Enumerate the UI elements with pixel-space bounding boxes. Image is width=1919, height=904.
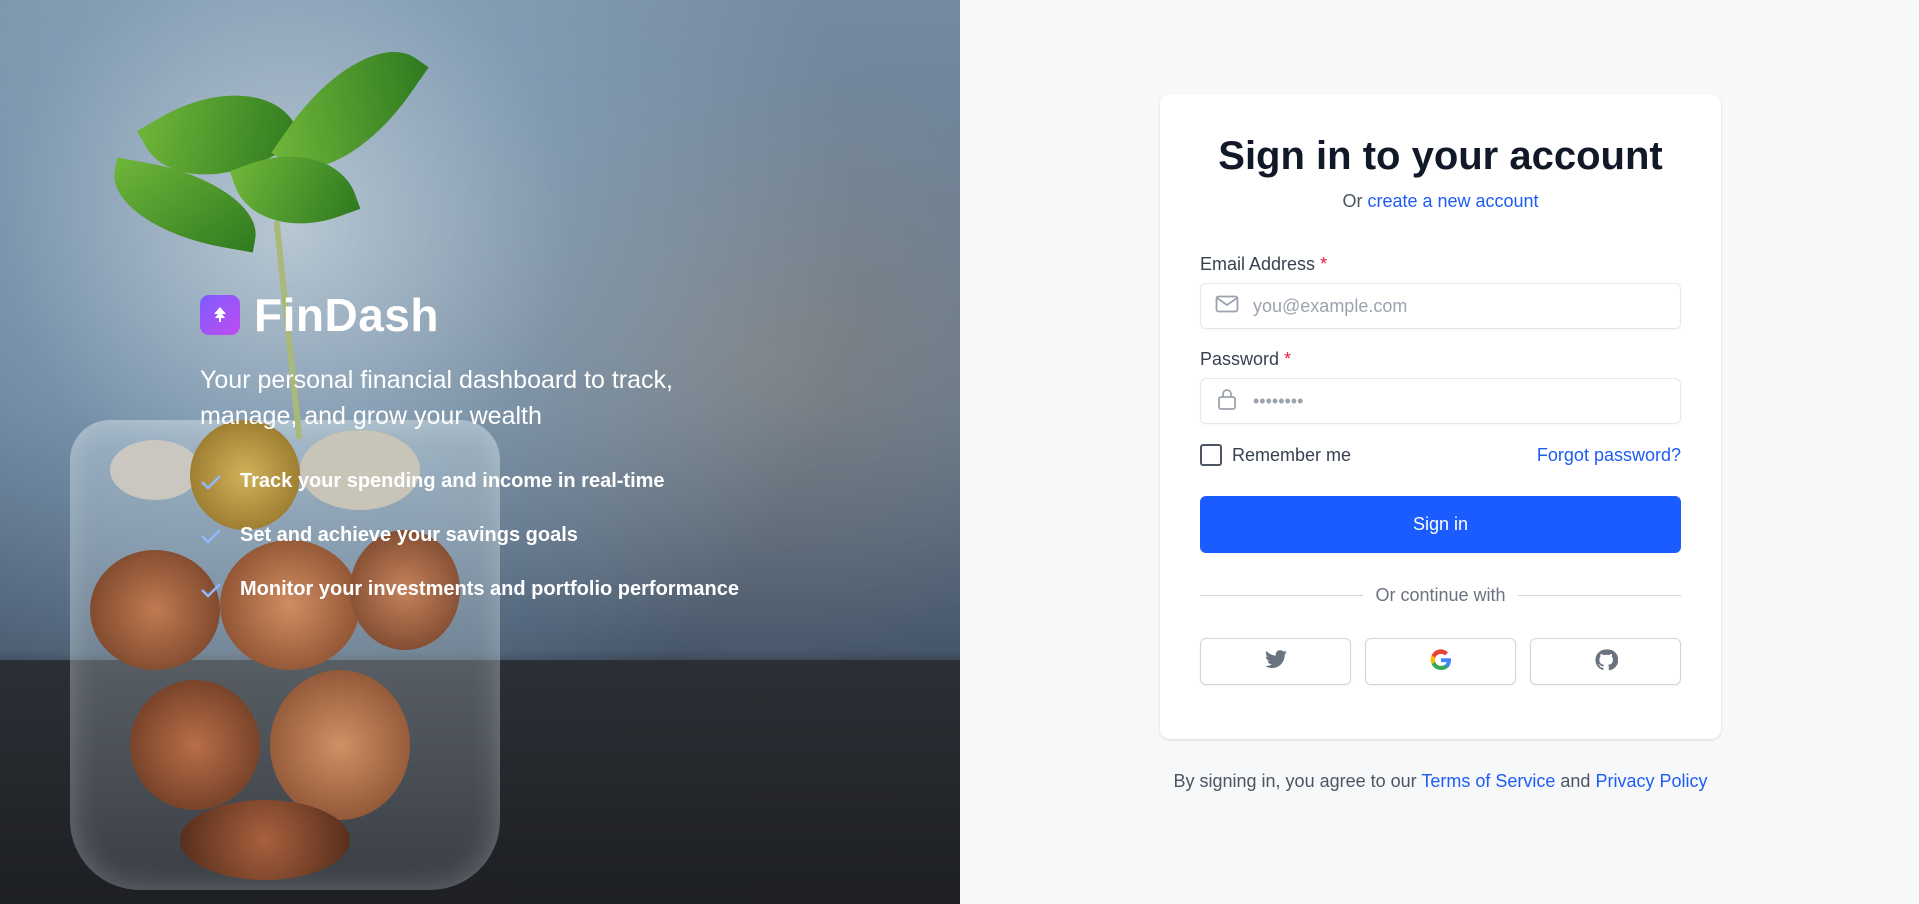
- privacy-policy-link[interactable]: Privacy Policy: [1595, 771, 1707, 791]
- feature-text: Track your spending and income in real-t…: [240, 470, 665, 492]
- terms-and: and: [1560, 771, 1591, 791]
- password-label: Password *: [1200, 349, 1681, 370]
- google-icon: [1429, 648, 1453, 675]
- logo-icon: [200, 295, 240, 335]
- check-icon: [200, 574, 222, 608]
- terms-notice: By signing in, you agree to our Terms of…: [1160, 768, 1721, 794]
- forgot-password-link[interactable]: Forgot password?: [1537, 445, 1681, 466]
- feature-text: Monitor your investments and portfolio p…: [240, 578, 739, 600]
- coin: [130, 680, 260, 810]
- signin-button[interactable]: Sign in: [1200, 496, 1681, 553]
- divider-text: Or continue with: [1375, 585, 1506, 605]
- twitter-button[interactable]: [1200, 638, 1351, 685]
- hero-content: FinDash Your personal financial dashboar…: [200, 288, 760, 628]
- remember-row: Remember me Forgot password?: [1200, 444, 1681, 466]
- coin: [180, 800, 350, 880]
- password-label-text: Password: [1200, 349, 1280, 369]
- brand-name: FinDash: [254, 289, 439, 341]
- list-item: Monitor your investments and portfolio p…: [200, 574, 760, 608]
- list-item: Set and achieve your savings goals: [200, 520, 760, 554]
- terms-of-service-link[interactable]: Terms of Service: [1421, 771, 1555, 791]
- email-label-text: Email Address: [1200, 254, 1316, 274]
- required-mark: *: [1284, 349, 1292, 369]
- list-item: Track your spending and income in real-t…: [200, 466, 760, 500]
- check-icon: [200, 520, 222, 554]
- hero-panel: FinDash Your personal financial dashboar…: [0, 0, 960, 904]
- lock-icon: [1215, 387, 1239, 416]
- card-subtitle: Or create a new account: [1160, 191, 1721, 212]
- password-field-group: Password *: [1200, 349, 1681, 424]
- brand: FinDash: [200, 288, 760, 342]
- required-mark: *: [1320, 254, 1328, 274]
- signin-form: Email Address * Password *: [1200, 254, 1681, 685]
- email-field-group: Email Address *: [1200, 254, 1681, 329]
- mail-icon: [1215, 295, 1239, 318]
- email-input-wrapper: [1200, 283, 1681, 329]
- coin: [110, 440, 200, 500]
- password-input[interactable]: [1251, 389, 1666, 413]
- email-label: Email Address *: [1200, 254, 1681, 275]
- divider-line: [1517, 595, 1681, 596]
- terms-prefix: By signing in, you agree to our: [1173, 771, 1417, 791]
- github-icon: [1594, 648, 1618, 675]
- create-account-link[interactable]: create a new account: [1367, 191, 1538, 211]
- remember-checkbox[interactable]: [1200, 444, 1222, 466]
- github-button[interactable]: [1530, 638, 1681, 685]
- coin: [270, 670, 410, 820]
- google-button[interactable]: [1365, 638, 1516, 685]
- signin-card: Sign in to your account Or create a new …: [1160, 94, 1721, 739]
- password-input-wrapper: [1200, 378, 1681, 424]
- feature-list: Track your spending and income in real-t…: [200, 466, 760, 608]
- subtitle-prefix: Or: [1342, 191, 1363, 211]
- feature-text: Set and achieve your savings goals: [240, 524, 578, 546]
- remember-me[interactable]: Remember me: [1200, 444, 1351, 466]
- divider: Or continue with: [1200, 585, 1681, 606]
- brand-tagline: Your personal financial dashboard to tra…: [200, 366, 673, 430]
- email-input[interactable]: [1251, 294, 1666, 318]
- page-title: Sign in to your account: [1218, 134, 1663, 178]
- twitter-icon: [1264, 650, 1288, 673]
- social-buttons: [1200, 638, 1681, 685]
- check-icon: [200, 466, 222, 500]
- remember-label: Remember me: [1232, 444, 1352, 465]
- divider-line: [1200, 595, 1364, 596]
